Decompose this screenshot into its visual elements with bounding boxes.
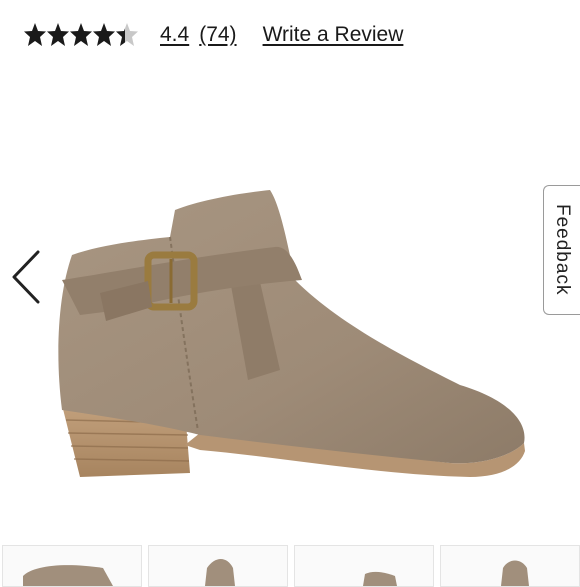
chevron-left-icon[interactable] <box>8 248 44 306</box>
rating-value-link[interactable]: 4.4 <box>160 23 189 47</box>
review-count-link[interactable]: (74) <box>199 23 236 47</box>
thumbnail-3[interactable] <box>294 545 434 587</box>
star-icon <box>47 23 69 46</box>
thumbnail-2[interactable] <box>148 545 288 587</box>
star-icon <box>93 23 115 46</box>
thumbnail-4[interactable] <box>440 545 580 587</box>
thumbnail-1[interactable] <box>2 545 142 587</box>
write-review-link[interactable]: Write a Review <box>263 23 404 47</box>
star-icon <box>24 23 46 46</box>
rating-summary: 4.4 (74) Write a Review <box>24 18 403 52</box>
feedback-label: Feedback <box>552 204 573 296</box>
feedback-tab[interactable]: Feedback <box>543 185 580 315</box>
star-icon <box>70 23 92 46</box>
star-half-icon <box>116 23 138 46</box>
star-row <box>24 23 138 46</box>
star-rating <box>24 22 138 48</box>
product-image-boot <box>58 190 525 477</box>
thumbnail-strip <box>0 545 580 587</box>
